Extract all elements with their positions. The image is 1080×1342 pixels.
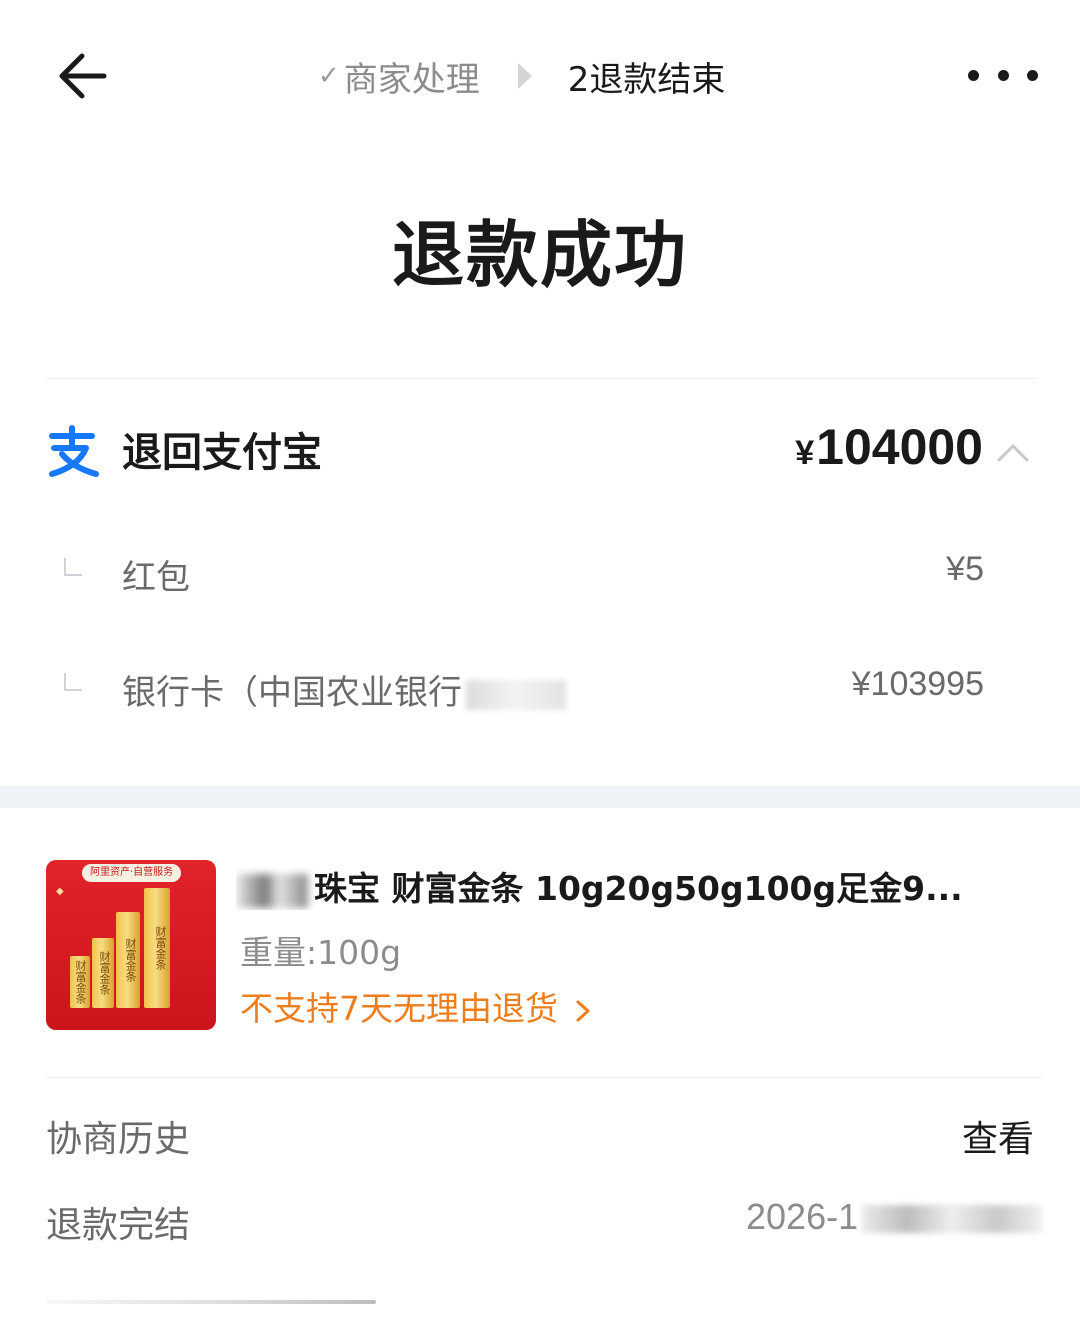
alipay-icon xyxy=(49,425,99,477)
more-options-button[interactable] xyxy=(968,58,1038,92)
return-policy-link[interactable]: 不支持7天无理由退货 xyxy=(240,982,594,1030)
tree-branch-icon xyxy=(64,558,82,576)
refund-total-amount: ¥104000 xyxy=(795,418,983,476)
chevron-right-icon xyxy=(576,1000,590,1021)
step-arrow-icon xyxy=(517,63,532,89)
redacted-brand-name xyxy=(236,873,308,908)
back-button[interactable] xyxy=(52,48,112,104)
check-icon: ✓ xyxy=(318,61,340,91)
arrow-left-icon xyxy=(59,53,107,99)
completed-date-text: 2026-1 xyxy=(746,1196,859,1237)
redacted-date xyxy=(862,1205,1043,1234)
gold-bar-graphic: 财富金条 xyxy=(116,912,140,1008)
blurred-footer-text xyxy=(46,1300,376,1304)
redacted-card-number xyxy=(466,679,566,710)
breakdown-label-wrap: 银行卡（中国农业银行 xyxy=(122,665,566,714)
refund-destination-label: 退回支付宝 xyxy=(122,430,322,476)
refund-breakdown-row: 红包 ¥5 xyxy=(64,550,984,598)
currency-symbol: ¥ xyxy=(795,434,815,472)
gold-bar-graphic: 财富金条 xyxy=(144,888,170,1008)
negotiation-history-label: 协商历史 xyxy=(46,1119,191,1160)
dot-icon xyxy=(968,69,979,81)
gold-bar-graphic: 财富金条 xyxy=(92,938,114,1008)
product-title[interactable]: 珠宝 财富金条 10g20g50g100g足金9... xyxy=(236,862,1016,910)
section-separator xyxy=(0,786,1080,808)
product-image-tag: 阿里资产·自营服务 xyxy=(82,864,182,882)
breakdown-label: 红包 xyxy=(122,558,190,598)
chevron-up-icon[interactable] xyxy=(996,438,1030,464)
view-history-button[interactable]: 查看 xyxy=(962,1110,1034,1162)
divider xyxy=(46,1077,1042,1078)
amount-value: 104000 xyxy=(816,419,983,475)
product-spec: 重量:100g xyxy=(240,933,402,972)
page-title: 退款成功 xyxy=(391,213,688,297)
dot-icon xyxy=(997,69,1009,81)
dot-icon xyxy=(1027,69,1038,81)
tree-branch-icon xyxy=(64,673,82,691)
return-policy-text: 不支持7天无理由退货 xyxy=(240,989,558,1028)
breakdown-amount: ¥5 xyxy=(946,550,984,588)
refund-progress-steps: ✓ 商家处理 2退款结束 xyxy=(318,50,725,102)
breakdown-amount: ¥103995 xyxy=(851,665,984,703)
refund-breakdown-row: 银行卡（中国农业银行 ¥103995 xyxy=(64,665,984,713)
refund-completed-date: 2026-1 xyxy=(746,1196,1043,1238)
step-label: 商家处理 xyxy=(343,59,480,100)
gold-bar-graphic: 财富金条 xyxy=(70,956,90,1008)
breakdown-label: 银行卡（中国农业银行 xyxy=(122,673,462,713)
step-merchant-processing: ✓ 商家处理 xyxy=(318,52,480,101)
brand-mark-icon: ◆ xyxy=(56,886,64,897)
divider xyxy=(46,378,1036,379)
refund-completed-label: 退款完结 xyxy=(46,1205,191,1246)
step-refund-ended: 2退款结束 xyxy=(567,59,726,100)
product-image[interactable]: 阿里资产·自营服务 ◆ 财富金条 财富金条 财富金条 财富金条 xyxy=(46,860,216,1030)
product-title-text: 珠宝 财富金条 10g20g50g100g足金9... xyxy=(314,869,963,908)
